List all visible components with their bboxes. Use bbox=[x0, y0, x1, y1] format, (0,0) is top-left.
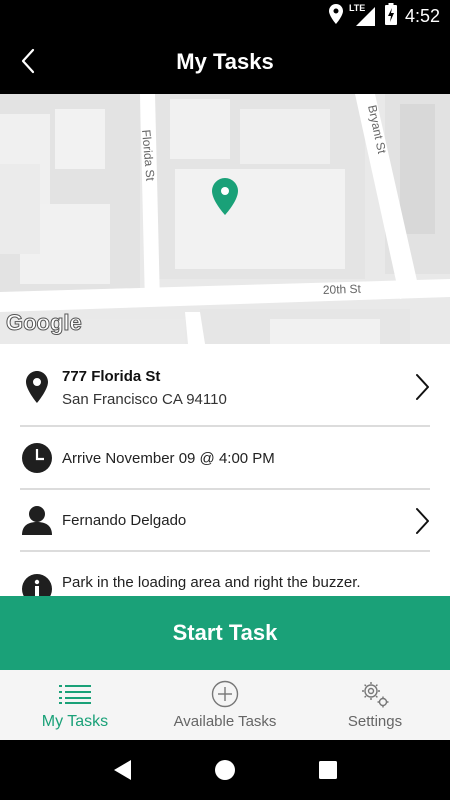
tab-my-tasks[interactable]: My Tasks bbox=[0, 670, 150, 740]
divider bbox=[20, 550, 430, 552]
status-bar: LTE 4:52 bbox=[0, 0, 450, 32]
divider bbox=[20, 425, 430, 427]
address-line1: 777 Florida St bbox=[62, 368, 161, 385]
info-icon bbox=[20, 572, 54, 596]
arrival-row: Arrive November 09 @ 4:00 PM bbox=[0, 440, 450, 476]
divider bbox=[20, 488, 430, 490]
clock-icon bbox=[20, 441, 54, 475]
task-details: 777 Florida St San Francisco CA 94110 Ar… bbox=[0, 344, 450, 596]
plus-circle-icon bbox=[208, 680, 242, 708]
bottom-nav: My Tasks Available Tasks Settings bbox=[0, 670, 450, 740]
contact-name: Fernando Delgado bbox=[62, 512, 187, 529]
tab-settings[interactable]: Settings bbox=[300, 670, 450, 740]
page-title: My Tasks bbox=[176, 49, 274, 74]
network-type: LTE bbox=[348, 3, 366, 13]
street-label-20th: 20th St bbox=[323, 282, 362, 297]
map-view[interactable]: Florida St Bryant St 20th St Google bbox=[0, 94, 450, 344]
tab-label: Available Tasks bbox=[173, 713, 277, 730]
map-marker-icon bbox=[20, 370, 54, 404]
chevron-right-icon bbox=[412, 506, 432, 536]
recents-square-icon[interactable] bbox=[313, 755, 343, 785]
location-icon bbox=[328, 3, 343, 29]
tab-available-tasks[interactable]: Available Tasks bbox=[150, 670, 300, 740]
signal-icon: LTE bbox=[348, 3, 377, 27]
map-graphic: Florida St Bryant St 20th St Google bbox=[0, 94, 450, 344]
note-text: Park in the loading area and right the b… bbox=[62, 574, 361, 591]
gears-icon bbox=[358, 680, 392, 708]
tab-label: Settings bbox=[347, 713, 403, 730]
list-icon bbox=[58, 680, 92, 708]
status-icons: LTE 4:52 bbox=[328, 2, 440, 30]
system-nav-bar bbox=[0, 740, 450, 800]
battery-charging-icon bbox=[384, 2, 397, 30]
chevron-right-icon bbox=[412, 372, 432, 402]
address-line2: San Francisco CA 94110 bbox=[62, 391, 227, 408]
back-triangle-icon[interactable] bbox=[107, 755, 137, 785]
app-bar: My Tasks bbox=[0, 32, 450, 94]
arrival-text: Arrive November 09 @ 4:00 PM bbox=[62, 450, 275, 467]
status-time: 4:52 bbox=[404, 5, 440, 26]
person-icon bbox=[20, 503, 54, 537]
home-circle-icon[interactable] bbox=[210, 755, 240, 785]
note-row: Park in the loading area and right the b… bbox=[0, 566, 450, 596]
address-row[interactable]: 777 Florida St San Francisco CA 94110 bbox=[0, 362, 450, 412]
contact-row[interactable]: Fernando Delgado bbox=[0, 502, 450, 538]
start-task-button[interactable]: Start Task bbox=[0, 596, 450, 670]
tab-label: My Tasks bbox=[41, 713, 109, 730]
google-attribution: Google bbox=[6, 310, 82, 335]
